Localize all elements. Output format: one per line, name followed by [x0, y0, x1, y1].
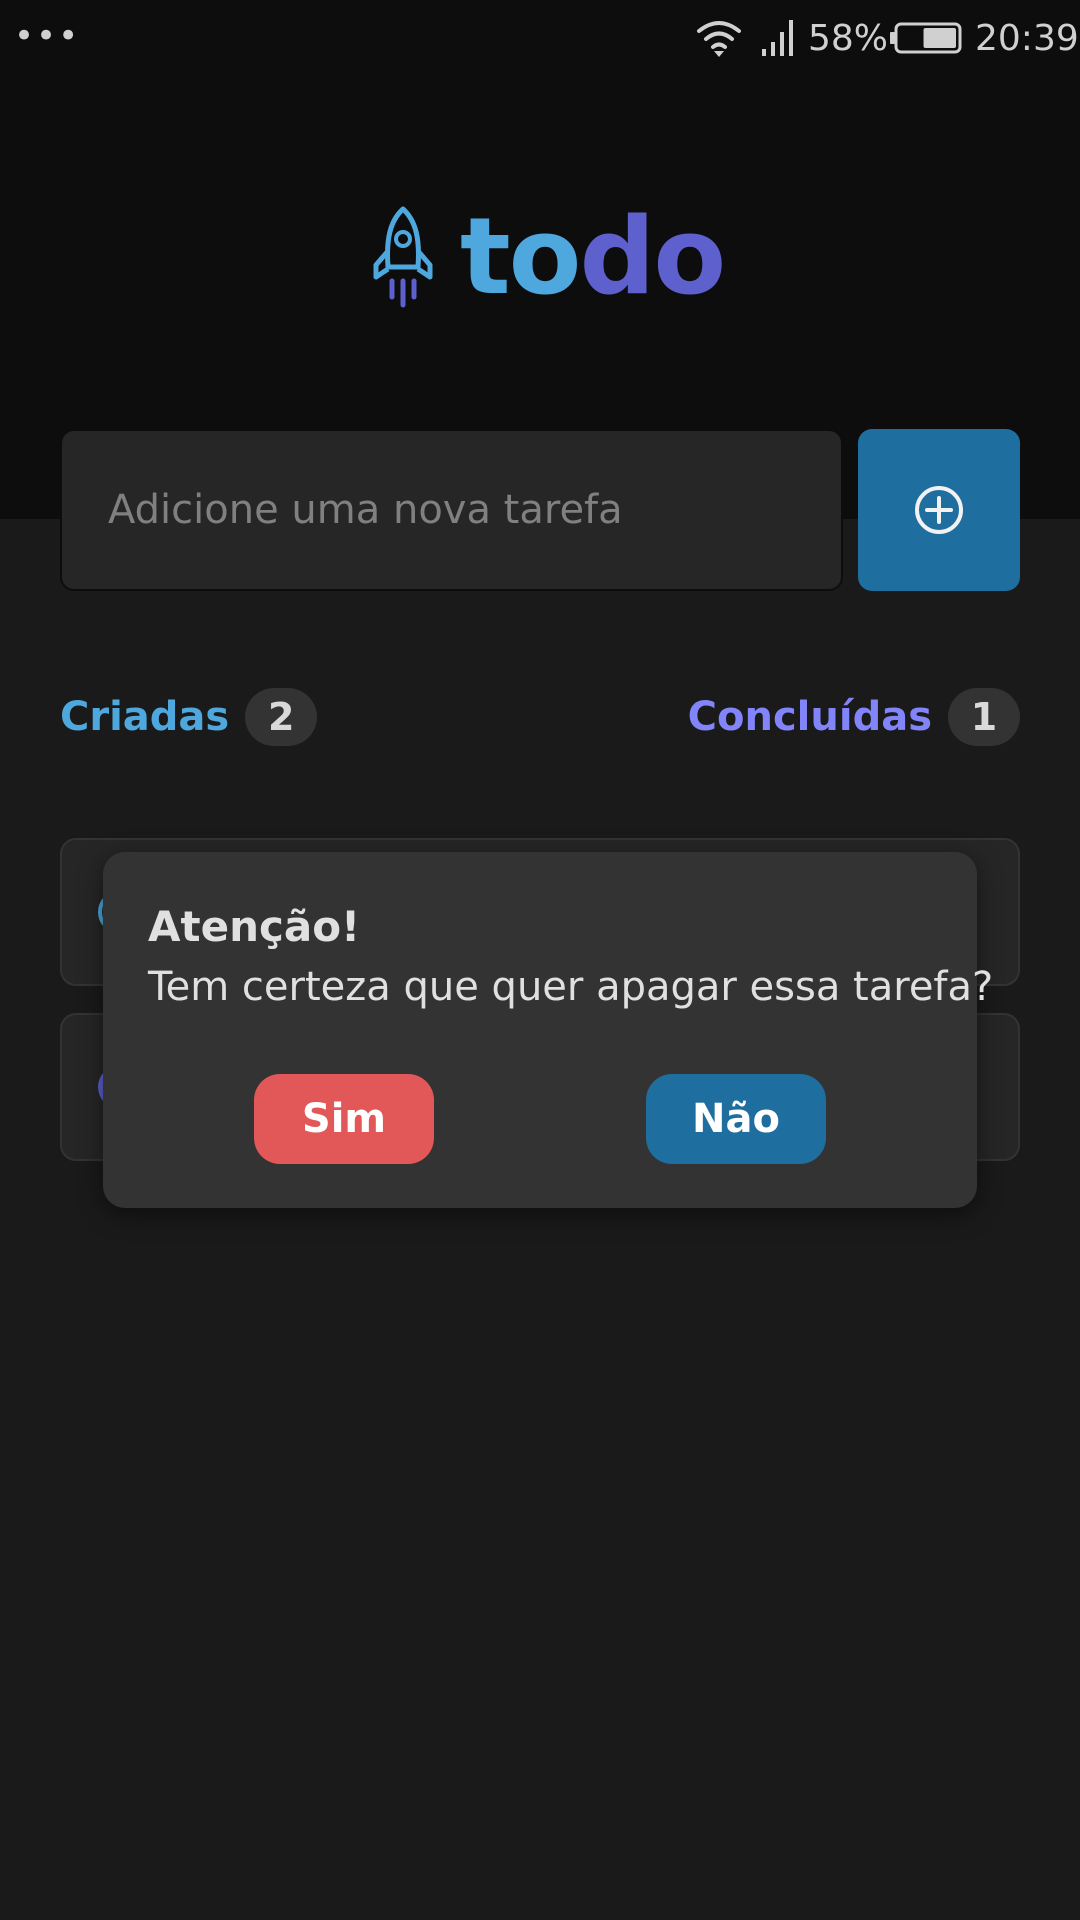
clock: 20:39	[975, 18, 1079, 59]
status-bar: ••• 58% 20:39	[0, 0, 1080, 78]
cellular-signal-icon	[762, 20, 793, 56]
battery-icon	[890, 22, 962, 54]
add-task-button[interactable]	[858, 429, 1020, 591]
app-logo: todo	[368, 202, 726, 312]
confirm-yes-button[interactable]: Sim	[254, 1074, 434, 1164]
new-task-placeholder: Adicione uma nova tarefa	[108, 487, 623, 533]
dialog-title: Atenção!	[148, 902, 361, 951]
new-task-input[interactable]: Adicione uma nova tarefa	[60, 429, 843, 591]
wifi-icon	[697, 21, 741, 57]
created-counter: Criadas 2	[60, 688, 318, 746]
dialog-message: Tem certeza que quer apagar essa tarefa?	[148, 964, 994, 1010]
done-counter: Concluídas 1	[688, 688, 1020, 746]
created-label: Criadas	[60, 694, 230, 740]
created-count-badge: 2	[245, 688, 318, 746]
done-count-badge: 1	[948, 688, 1020, 746]
logo-text-to: to	[460, 195, 581, 318]
battery-percentage: 58%	[808, 18, 889, 59]
confirm-no-button[interactable]: Não	[646, 1074, 826, 1164]
rocket-icon	[373, 206, 433, 308]
confirm-delete-dialog: Atenção! Tem certeza que quer apagar ess…	[103, 852, 993, 1208]
plus-circle-icon	[915, 486, 963, 534]
notification-dots-icon: •••	[14, 16, 81, 56]
done-label: Concluídas	[687, 694, 932, 740]
logo-text-do: do	[579, 195, 727, 318]
logo-text: todo	[460, 204, 726, 310]
